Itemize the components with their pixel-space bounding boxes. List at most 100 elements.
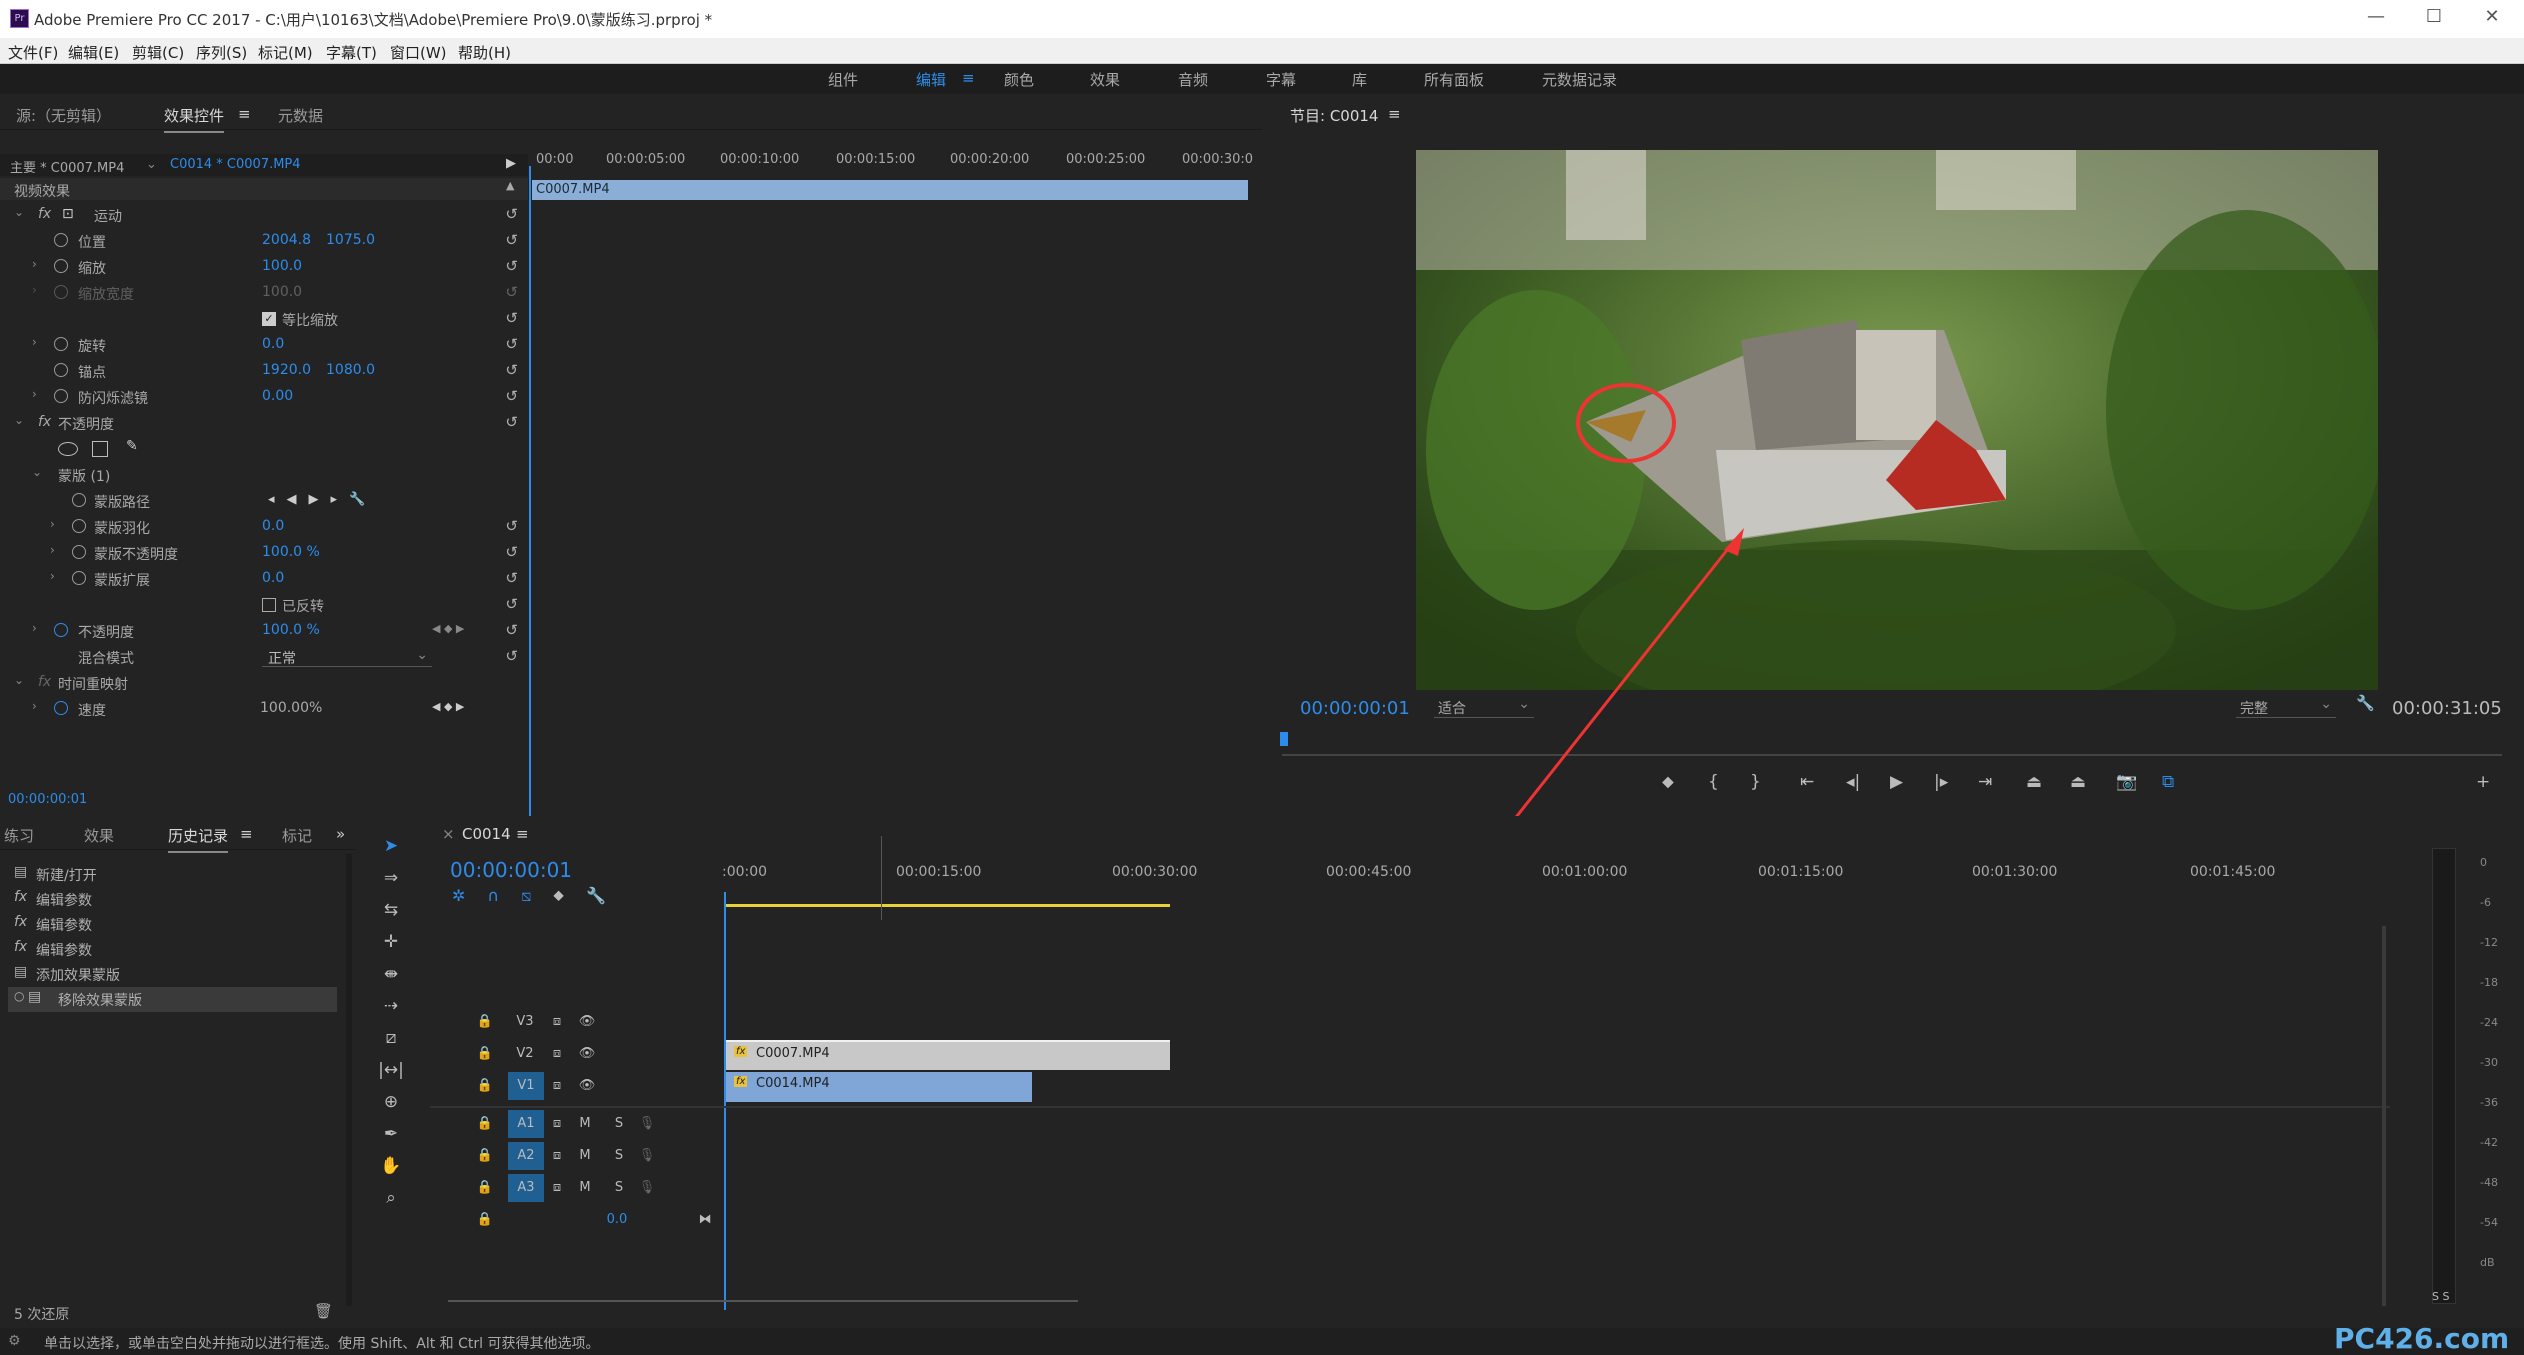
reset-icon[interactable]: ↺	[505, 309, 518, 327]
tab-effects[interactable]: 效果	[84, 825, 114, 846]
program-title[interactable]: 节目: C0014	[1290, 105, 1378, 126]
stopwatch-icon[interactable]	[72, 545, 86, 559]
reset-icon[interactable]: ↺	[505, 621, 518, 639]
timeline-ruler[interactable]: :00:00 00:00:15:00 00:00:30:00 00:00:45:…	[722, 860, 2382, 890]
program-timecode[interactable]: 00:00:00:01	[1300, 698, 1410, 719]
position-y-value[interactable]: 1075.0	[326, 232, 375, 248]
panel-menu-icon[interactable]: ≡	[238, 105, 251, 123]
razor-tool-icon[interactable]: ⧄	[378, 1028, 404, 1054]
mute-button[interactable]: M	[566, 1110, 604, 1138]
rate-stretch-tool-icon[interactable]: ⇼	[378, 964, 404, 990]
history-item[interactable]: fx 编辑参数	[12, 912, 337, 937]
reset-icon[interactable]: ↺	[505, 569, 518, 587]
history-scrollbar[interactable]	[346, 854, 352, 1306]
ec-timecode[interactable]: 00:00:00:01	[8, 792, 87, 807]
lock-icon[interactable]: 🔒	[466, 1040, 504, 1068]
timeline-vertical-scrollbar[interactable]	[2382, 926, 2386, 1306]
reset-icon[interactable]: ↺	[505, 335, 518, 353]
workspace-titles[interactable]: 字幕	[1266, 69, 1296, 90]
workspace-libraries[interactable]: 库	[1352, 69, 1367, 90]
microphone-icon[interactable]: 🎙	[628, 1110, 666, 1138]
slide-tool-icon[interactable]: ⊕	[378, 1092, 404, 1118]
workspace-metadata[interactable]: 元数据记录	[1542, 69, 1617, 90]
menu-sequence[interactable]: 序列(S)	[196, 42, 247, 63]
pen-mask-icon[interactable]: ✎	[126, 438, 138, 454]
microphone-icon[interactable]: 🎙	[628, 1142, 666, 1170]
position-x-value[interactable]: 2004.8	[262, 232, 311, 248]
comparison-view-icon[interactable]: ⧉	[2162, 772, 2174, 792]
razor-edit-tool-icon[interactable]: ⇢	[378, 996, 404, 1022]
stopwatch-icon[interactable]	[72, 571, 86, 585]
keyframe-nav-icon[interactable]: ◀ ◆ ▶	[432, 622, 464, 635]
workspace-editing[interactable]: 编辑	[916, 69, 946, 90]
tab-source[interactable]: 源:（无剪辑）	[16, 105, 111, 126]
ec-clip-bar[interactable]: C0007.MP4	[532, 180, 1248, 200]
stopwatch-icon[interactable]	[54, 259, 68, 273]
ellipse-mask-icon[interactable]	[58, 442, 78, 456]
stopwatch-icon[interactable]	[54, 701, 68, 715]
workspace-all-panels[interactable]: 所有面板	[1424, 69, 1484, 90]
eye-icon[interactable]: 👁	[568, 1072, 606, 1100]
program-scrubber[interactable]	[1282, 754, 2502, 756]
menu-file[interactable]: 文件(F)	[8, 42, 58, 63]
history-item[interactable]: fx 编辑参数	[12, 937, 337, 962]
lock-icon[interactable]: 🔒	[466, 1142, 504, 1170]
go-to-out-icon[interactable]: ⇥	[1978, 772, 1992, 792]
menu-help[interactable]: 帮助(H)	[458, 42, 511, 63]
export-frame-icon[interactable]: 📷	[2116, 772, 2137, 792]
settings-wrench-icon[interactable]: 🔧	[2356, 694, 2375, 712]
lock-icon[interactable]: 🔒	[466, 1206, 504, 1234]
lock-icon[interactable]: 🔒	[466, 1008, 504, 1036]
reset-icon[interactable]: ↺	[505, 517, 518, 535]
workspace-effects[interactable]: 效果	[1090, 69, 1120, 90]
step-back-icon[interactable]: ◂|	[1846, 772, 1860, 792]
tab-project[interactable]: 练习	[4, 825, 34, 846]
play-icon[interactable]: ▶	[1890, 772, 1903, 792]
timeline-toggles[interactable]: ✲∩⧅⬥🔧	[452, 886, 628, 906]
hand-tool-icon[interactable]: ✋	[378, 1156, 404, 1182]
tab-effect-controls[interactable]: 效果控件	[164, 105, 225, 133]
sequence-tab[interactable]: C0014	[462, 825, 511, 843]
blend-mode-dropdown[interactable]: 正常 ⌄	[262, 647, 432, 667]
panel-menu-icon[interactable]: ≡	[1388, 105, 1401, 123]
lock-icon[interactable]: 🔒	[466, 1072, 504, 1100]
timeline-timecode[interactable]: 00:00:00:01	[450, 858, 572, 882]
menu-edit[interactable]: 编辑(E)	[68, 42, 119, 63]
mute-button[interactable]: M	[566, 1174, 604, 1202]
anchor-y-value[interactable]: 1080.0	[326, 362, 375, 378]
uniform-scale-checkbox[interactable]: ✓	[262, 312, 276, 326]
anti-flicker-value[interactable]: 0.00	[262, 388, 293, 404]
rectangle-mask-icon[interactable]	[92, 441, 108, 457]
reset-icon[interactable]: ↺	[505, 387, 518, 405]
master-volume-value[interactable]: 0.0	[598, 1206, 636, 1234]
workspace-assembly[interactable]: 组件	[828, 69, 858, 90]
close-button[interactable]: ✕	[2472, 6, 2512, 32]
reset-icon[interactable]: ↺	[505, 257, 518, 275]
lift-icon[interactable]: ⏏	[2026, 772, 2042, 792]
reset-icon[interactable]: ↺	[505, 543, 518, 561]
lock-icon[interactable]: 🔒	[466, 1174, 504, 1202]
stopwatch-icon[interactable]	[72, 519, 86, 533]
tab-history[interactable]: 历史记录	[168, 825, 229, 853]
scale-value[interactable]: 100.0	[262, 258, 302, 274]
reset-icon[interactable]: ↺	[505, 413, 518, 431]
clip-c0007[interactable]: fx C0007.MP4	[726, 1040, 1170, 1070]
master-clip-label[interactable]: 主要 * C0007.MP4	[10, 157, 124, 176]
rotation-value[interactable]: 0.0	[262, 336, 284, 352]
button-editor-icon[interactable]: +	[2476, 772, 2490, 792]
mask-label[interactable]: 蒙版 (1)	[58, 466, 110, 486]
master-end-icon[interactable]: ⧓	[686, 1206, 724, 1234]
panel-menu-icon[interactable]: ≡	[240, 825, 253, 843]
pen-tool-icon[interactable]: ✒	[378, 1124, 404, 1150]
menu-window[interactable]: 窗口(W)	[390, 42, 447, 63]
workspace-color[interactable]: 颜色	[1004, 69, 1034, 90]
menu-marker[interactable]: 标记(M)	[258, 42, 313, 63]
microphone-icon[interactable]: 🎙	[628, 1174, 666, 1202]
eye-icon[interactable]: 👁	[568, 1008, 606, 1036]
panel-menu-icon[interactable]: ≡	[516, 825, 529, 843]
selection-tool-icon[interactable]: ➤	[378, 836, 404, 862]
reset-icon[interactable]: ↺	[505, 231, 518, 249]
delete-history-icon[interactable]: 🗑	[314, 1302, 333, 1320]
opacity-value[interactable]: 100.0 %	[262, 622, 320, 638]
mute-button[interactable]: M	[566, 1142, 604, 1170]
